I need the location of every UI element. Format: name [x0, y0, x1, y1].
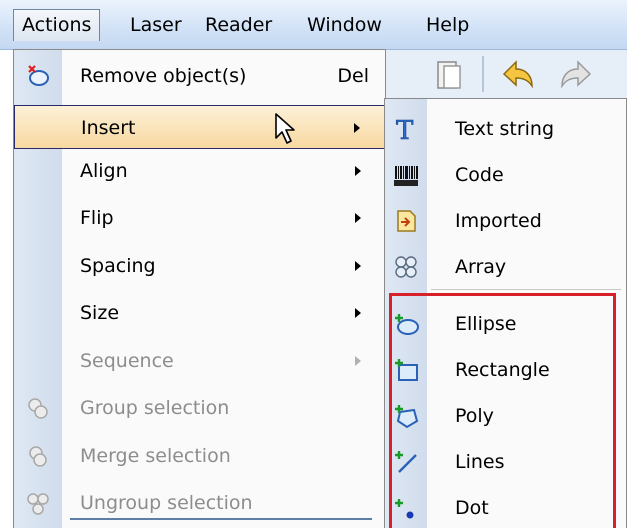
paste-icon[interactable]: [432, 58, 466, 92]
group-icon: [28, 398, 48, 419]
redo-icon[interactable]: [556, 56, 600, 94]
menu-help[interactable]: Help: [418, 9, 477, 41]
menu-laser[interactable]: Laser: [122, 9, 190, 41]
merge-icon: [29, 446, 47, 467]
array-icon: [395, 256, 417, 278]
menu-item-align[interactable]: Align: [14, 149, 385, 193]
submenu-item-label: Code: [455, 164, 504, 186]
menu-item-label: Sequence: [80, 350, 174, 372]
toolbar-separator: [482, 56, 484, 92]
menu-item-label: Remove object(s): [80, 65, 247, 87]
menu-actions[interactable]: Actions: [13, 9, 101, 41]
menu-reader[interactable]: Reader: [197, 9, 280, 41]
menu-item-label: Merge selection: [80, 445, 231, 467]
menu-window[interactable]: Window: [299, 9, 390, 41]
menu-item-sequence[interactable]: Sequence: [14, 339, 385, 383]
submenu-arrow-icon: [355, 261, 361, 271]
menu-item-remove-objects[interactable]: Remove object(s) Del: [14, 54, 385, 98]
submenu-item-label: Imported: [455, 210, 542, 232]
submenu-item-label: Text string: [455, 118, 555, 140]
mouse-cursor-icon: [275, 113, 295, 144]
menu-item-label: Size: [80, 302, 120, 324]
submenu-arrow-icon: [355, 308, 361, 318]
menu-item-insert[interactable]: Insert: [14, 105, 385, 149]
menu-item-label: Spacing: [80, 255, 156, 277]
submenu-arrow-icon: [355, 213, 361, 223]
text-string-icon: T: [396, 116, 415, 142]
submenu-item-array[interactable]: Array: [385, 243, 626, 291]
menu-item-label: Group selection: [80, 397, 230, 419]
submenu-arrow-icon: [355, 166, 361, 176]
ungroup-icon: [27, 493, 49, 515]
menu-item-size[interactable]: Size: [14, 291, 385, 335]
menu-bar: Actions Laser Reader Window Help: [0, 0, 627, 50]
submenu-item-code[interactable]: Code: [385, 151, 626, 199]
menu-item-label: Align: [80, 160, 128, 182]
barcode-icon: [394, 166, 418, 186]
highlight-annotation-box: [389, 293, 616, 528]
remove-object-icon: [28, 65, 49, 86]
submenu-item-text-string[interactable]: T Text string: [385, 105, 626, 153]
menu-item-merge-selection[interactable]: Merge selection: [14, 434, 385, 478]
shortcut-label: Del: [337, 65, 369, 87]
submenu-item-imported[interactable]: Imported: [385, 197, 626, 245]
menu-item-flip[interactable]: Flip: [14, 196, 385, 240]
menu-item-label: Insert: [81, 117, 136, 139]
menu-item-label: Flip: [80, 207, 114, 229]
imported-icon: [397, 210, 416, 232]
menu-item-spacing[interactable]: Spacing: [14, 244, 385, 288]
actions-menu: Remove object(s) Del Insert Align Flip S…: [13, 49, 386, 528]
undo-icon[interactable]: [494, 56, 538, 94]
submenu-arrow-icon: [354, 123, 360, 133]
toolbar: [380, 50, 627, 98]
svg-text:T: T: [396, 116, 414, 142]
submenu-separator: [431, 289, 621, 290]
menu-bottom-divider: [70, 518, 372, 520]
submenu-item-label: Array: [455, 256, 507, 278]
menu-item-group-selection[interactable]: Group selection: [14, 386, 385, 430]
submenu-arrow-icon: [355, 356, 361, 366]
